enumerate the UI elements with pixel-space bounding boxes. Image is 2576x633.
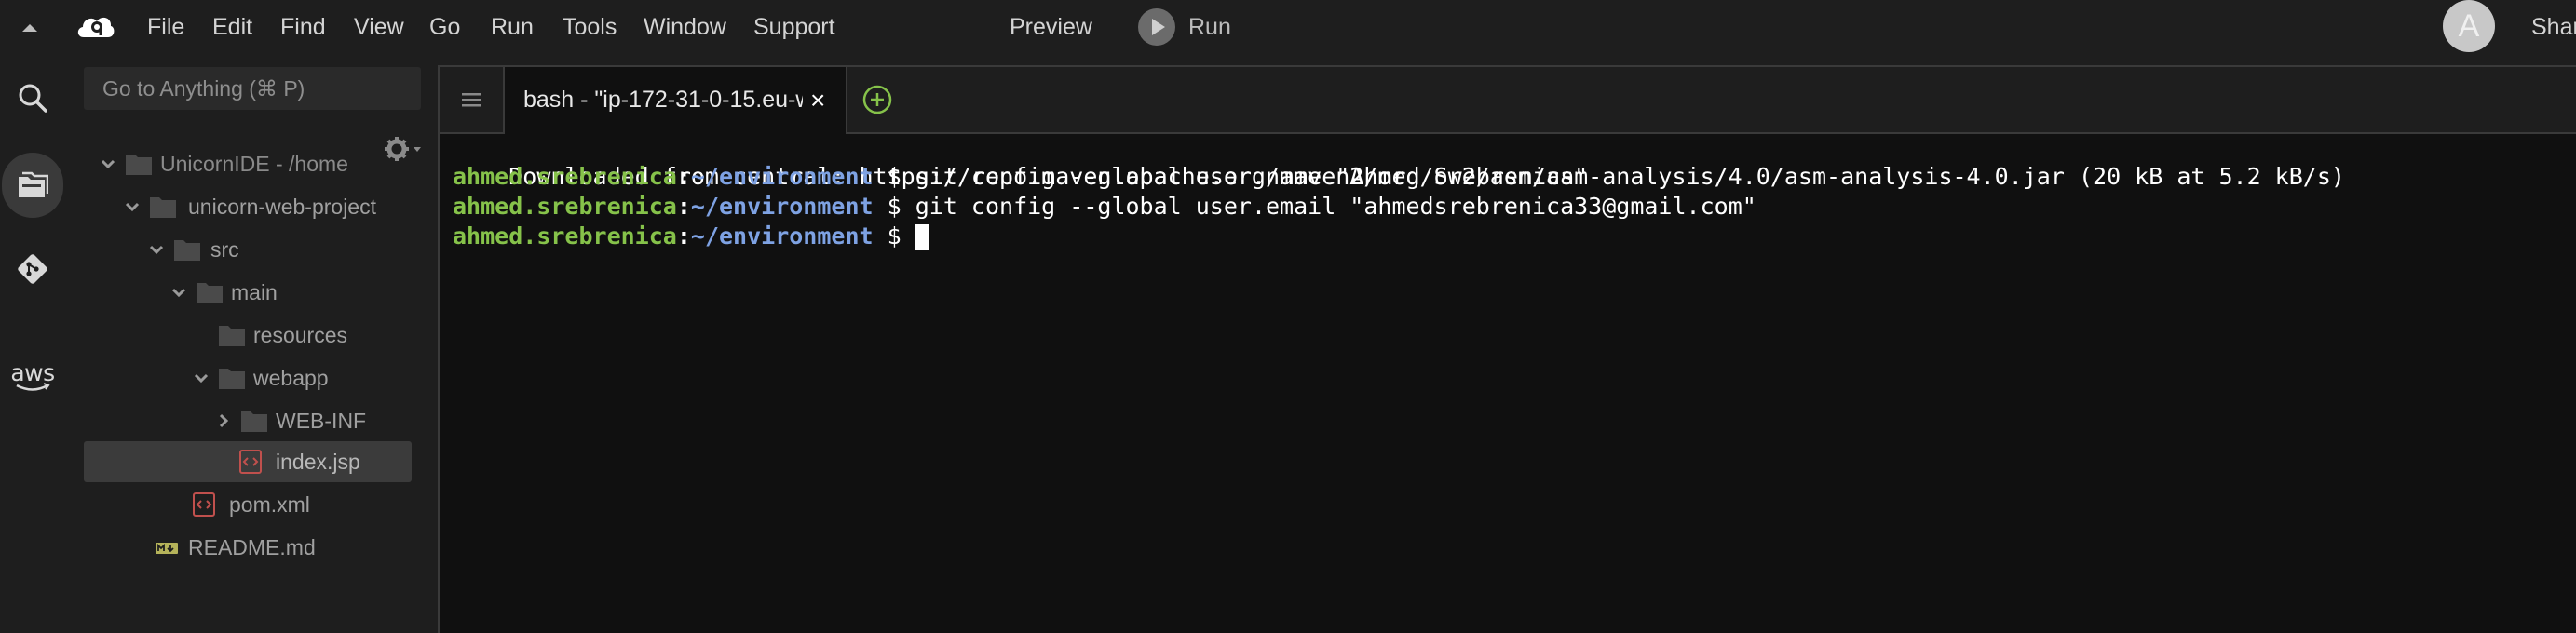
search-icon[interactable]: [11, 76, 54, 119]
folder-icon: [150, 197, 176, 218]
prompt-separator: :: [676, 193, 691, 220]
terminal-cursor: [915, 224, 929, 250]
terminal-line: Downloaded from central: https://repo.ma…: [453, 132, 2345, 190]
tree-item-label: WEB-INF: [276, 409, 367, 433]
terminal-command: $ git config --global user.name "Ahmed S…: [873, 163, 1589, 190]
tree-item-label: src: [210, 237, 239, 262]
tab-title: bash - "ip-172-31-0-15.eu-west-1.compute…: [523, 87, 803, 113]
terminal-line: ahmed.srebrenica:~/environment $: [453, 222, 929, 251]
folder-icon: [241, 411, 267, 432]
tree-item-pom-xml[interactable]: pom.xml: [84, 484, 412, 525]
prompt-directory: ~/environment: [690, 163, 874, 190]
tree-item-label: unicorn-web-project: [188, 195, 376, 219]
editor-tab-bar: bash - "ip-172-31-0-15.eu-west-1.compute…: [440, 65, 2576, 134]
chevron-right-icon[interactable]: [216, 413, 231, 428]
cloud9-logo-icon[interactable]: [75, 9, 115, 45]
prompt-separator: :: [676, 222, 691, 249]
folder-icon: [197, 283, 223, 303]
prompt-user: ahmed.srebrenica: [453, 193, 677, 220]
menu-go[interactable]: Go: [429, 12, 460, 42]
menu-bar: File Edit Find View Go Run Tools Window …: [0, 0, 2576, 54]
menu-file[interactable]: File: [147, 12, 184, 42]
tree-item-main[interactable]: main: [84, 272, 412, 313]
prompt-separator: :: [676, 163, 691, 190]
chevron-down-icon[interactable]: [149, 242, 164, 257]
tree-item-label: pom.xml: [229, 492, 310, 517]
terminal-panel[interactable]: Downloaded from central: https://repo.ma…: [440, 134, 2576, 633]
play-icon: [1138, 8, 1175, 46]
prompt-directory: ~/environment: [690, 193, 874, 220]
code-file-icon: [193, 492, 215, 517]
chevron-down-icon[interactable]: [125, 199, 140, 214]
tree-item-resources[interactable]: resources: [84, 315, 412, 356]
share-button[interactable]: Share: [2531, 12, 2576, 42]
goto-anything-input[interactable]: Go to Anything (⌘ P): [84, 67, 421, 110]
folder-icon: [219, 369, 245, 389]
menu-support[interactable]: Support: [753, 12, 835, 42]
tree-item-src[interactable]: src: [84, 229, 412, 270]
folder-icon[interactable]: [2, 153, 63, 218]
chevron-down-icon[interactable]: [194, 370, 209, 385]
chevron-down-icon[interactable]: [171, 285, 186, 300]
tree-item-label: UnicornIDE - /home: [160, 152, 348, 176]
menu-find[interactable]: Find: [280, 12, 326, 42]
terminal-command: $ git config --global user.email "ahmeds…: [873, 193, 1756, 220]
tree-item-web-inf[interactable]: WEB-INF: [84, 400, 412, 441]
preview-button[interactable]: Preview: [1010, 12, 1092, 42]
tab-menu-icon[interactable]: [440, 67, 505, 132]
menu-window[interactable]: Window: [644, 12, 726, 42]
collapse-menu-icon[interactable]: [19, 17, 41, 39]
folder-icon: [174, 240, 200, 261]
tree-item-webapp[interactable]: webapp: [84, 357, 412, 398]
menu-view[interactable]: View: [354, 12, 404, 42]
file-explorer: Go to Anything (⌘ P) UnicornIDE - /home …: [65, 54, 438, 633]
markdown-file-icon: [156, 543, 178, 554]
tree-item-label: index.jsp: [276, 450, 360, 474]
git-icon[interactable]: [11, 248, 54, 290]
prompt-directory: ~/environment: [690, 222, 874, 249]
run-label: Run: [1188, 13, 1231, 40]
tree-item-label: README.md: [188, 535, 316, 559]
terminal-line: ahmed.srebrenica:~/environment $ git con…: [453, 192, 1756, 222]
prompt-user: ahmed.srebrenica: [453, 163, 677, 190]
run-button[interactable]: Run: [1138, 8, 1231, 46]
code-file-icon: [239, 450, 262, 474]
aws-icon[interactable]: aws: [10, 354, 55, 397]
tree-item-label: webapp: [253, 366, 329, 390]
avatar[interactable]: A: [2443, 0, 2495, 52]
activity-rail: aws: [0, 54, 65, 633]
folder-icon: [219, 326, 245, 346]
tree-item-readme-md[interactable]: README.md: [84, 527, 412, 568]
menu-run[interactable]: Run: [491, 12, 534, 42]
menu-tools[interactable]: Tools: [563, 12, 617, 42]
menu-edit[interactable]: Edit: [212, 12, 252, 42]
chevron-down-icon[interactable]: [101, 156, 115, 171]
terminal-line: ahmed.srebrenica:~/environment $ git con…: [453, 162, 1588, 192]
tree-item-label: main: [231, 280, 278, 304]
folder-icon: [126, 155, 152, 175]
tree-item-unicorn-web-project[interactable]: unicorn-web-project: [84, 186, 412, 227]
tree-item-index-jsp[interactable]: index.jsp: [84, 441, 412, 482]
close-icon[interactable]: ×: [810, 86, 825, 115]
tab-bash-terminal[interactable]: bash - "ip-172-31-0-15.eu-west-1.compute…: [505, 67, 847, 134]
tree-item-unicornide[interactable]: UnicornIDE - /home: [84, 143, 412, 184]
add-tab-icon[interactable]: [847, 67, 907, 132]
prompt-user: ahmed.srebrenica: [453, 222, 677, 249]
terminal-command: $: [873, 222, 915, 249]
tree-item-label: resources: [253, 323, 347, 347]
